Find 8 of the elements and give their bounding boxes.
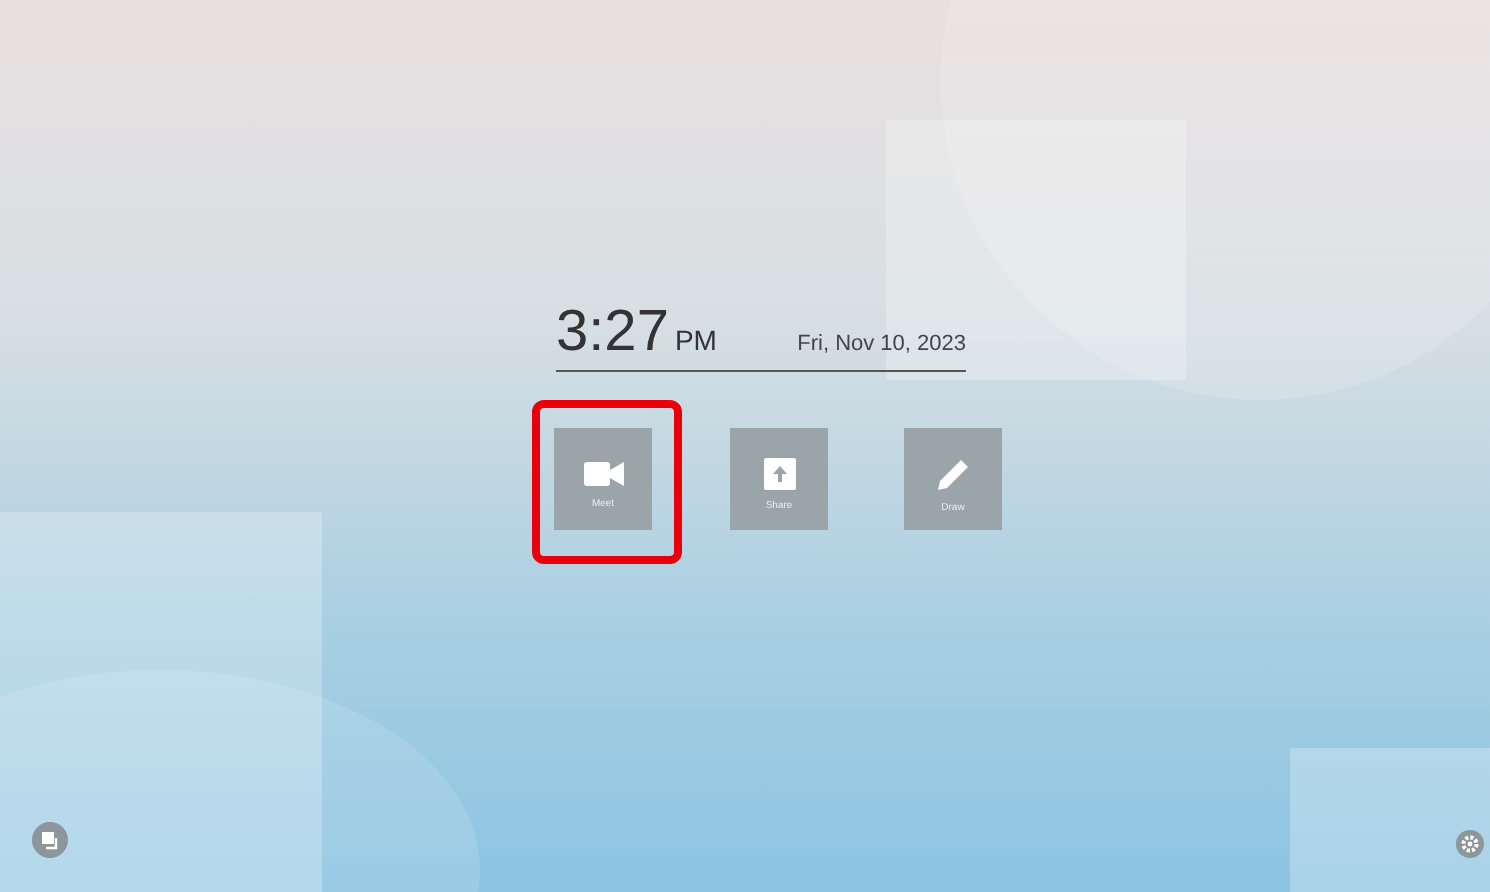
settings-icon[interactable] [1456,830,1484,858]
upload-icon [763,458,795,490]
clock-time: 3:27 [556,300,669,366]
pencil-icon [935,456,971,492]
windows-icon[interactable] [32,822,68,858]
clock-date: Fri, Nov 10, 2023 [797,332,966,356]
video-camera-icon [583,460,623,488]
clock-meridiem: PM [674,324,717,356]
